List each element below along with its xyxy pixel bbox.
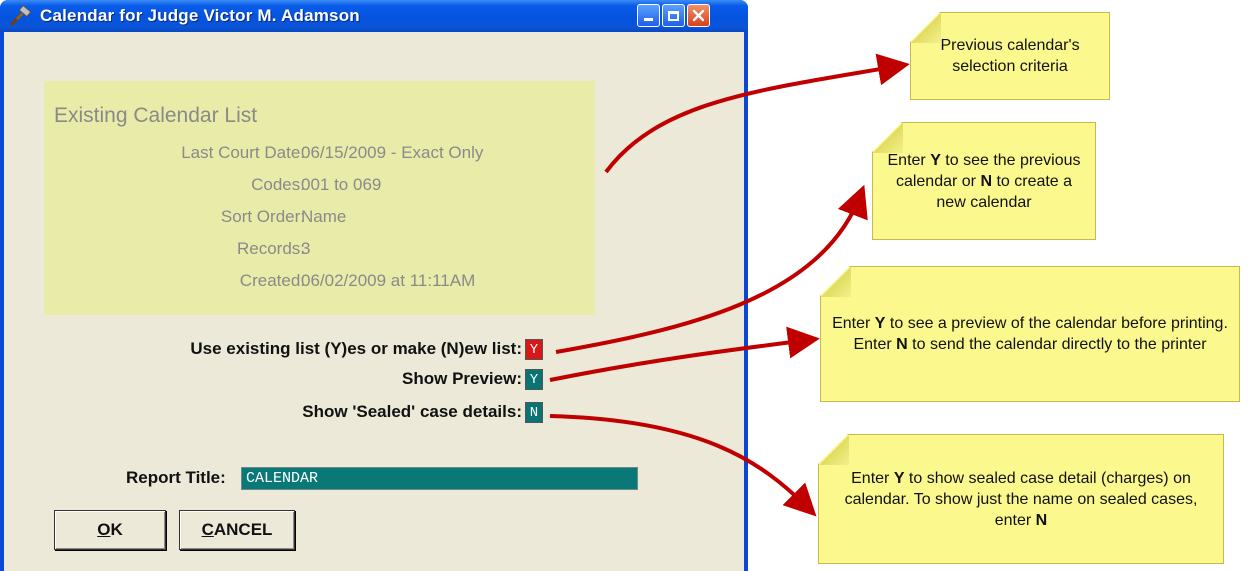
info-row-records: Records: 3 <box>44 239 595 263</box>
info-value: 06/15/2009 - Exact Only <box>301 143 484 162</box>
show-preview-label: Show Preview: <box>402 369 522 388</box>
info-label: Records: <box>236 239 305 258</box>
callout-selection-criteria: Previous calendar's selection criteria <box>910 12 1110 100</box>
info-label: Last Court Date: <box>181 143 305 162</box>
info-label: Sort Order: <box>220 207 305 226</box>
use-existing-list-field[interactable]: Y <box>525 339 543 360</box>
close-button[interactable] <box>687 4 710 27</box>
info-row-sort-order: Sort Order: Name <box>44 207 595 231</box>
callout-show-preview: Enter Y to see a preview of the calendar… <box>820 266 1240 402</box>
ok-button[interactable]: OK <box>54 510 166 550</box>
maximize-icon <box>668 10 679 21</box>
info-label: Codes: <box>251 175 305 194</box>
panel-heading: Existing Calendar List <box>54 104 258 127</box>
callout-text: Enter Y to see the previous calendar or … <box>887 151 1081 211</box>
show-preview-field[interactable]: Y <box>525 369 543 390</box>
show-sealed-details-label: Show 'Sealed' case details: <box>302 402 522 421</box>
gavel-icon <box>10 6 31 26</box>
title-bar[interactable]: Calendar for Judge Victor M. Adamson <box>0 0 748 32</box>
info-value: 3 <box>301 239 311 258</box>
info-value: 06/02/2009 at 11:11AM <box>301 271 476 290</box>
callout-text: Enter Y to see a preview of the calendar… <box>832 315 1228 353</box>
show-sealed-details-field[interactable]: N <box>525 402 543 423</box>
info-value: Name <box>301 207 347 226</box>
maximize-button[interactable] <box>662 4 685 27</box>
callout-text: Enter Y to show sealed case detail (char… <box>844 469 1198 529</box>
window-title: Calendar for Judge Victor M. Adamson <box>40 6 360 25</box>
cancel-label-rest: ANCEL <box>213 520 273 539</box>
close-icon <box>692 9 705 22</box>
ok-label-rest: K <box>110 520 123 539</box>
report-title-label: Report Title: <box>126 468 226 487</box>
callout-text: Previous calendar's selection criteria <box>940 37 1080 75</box>
info-label: Created: <box>239 271 305 290</box>
callout-existing-list: Enter Y to see the previous calendar or … <box>872 122 1096 240</box>
dialog-window: Calendar for Judge Victor M. Adamson Exi… <box>0 0 748 571</box>
existing-calendar-panel: Existing Calendar List Last Court Date: … <box>44 81 595 315</box>
info-row-last-court-date: Last Court Date: 06/15/2009 - Exact Only <box>44 143 595 167</box>
info-row-codes: Codes: 001 to 069 <box>44 175 595 199</box>
minimize-icon <box>644 18 653 21</box>
report-title-input[interactable]: CALENDAR <box>241 467 638 490</box>
use-existing-list-label: Use existing list (Y)es or make (N)ew li… <box>190 339 522 358</box>
info-row-created: Created: 06/02/2009 at 11:11AM <box>44 271 595 295</box>
cancel-mnemonic: C <box>201 520 214 539</box>
dialog-client-area: Existing Calendar List Last Court Date: … <box>4 32 744 571</box>
ok-mnemonic: O <box>97 520 111 539</box>
cancel-button[interactable]: C ANCEL <box>179 510 295 550</box>
minimize-button[interactable] <box>637 4 660 27</box>
callout-sealed-details: Enter Y to show sealed case detail (char… <box>818 434 1224 564</box>
info-value: 001 to 069 <box>301 175 382 194</box>
